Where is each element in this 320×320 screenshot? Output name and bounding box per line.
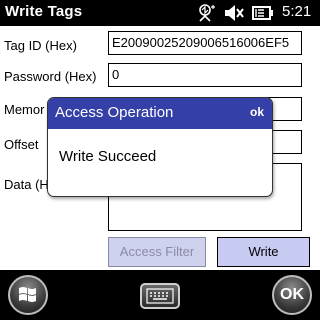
keyboard-icon: [146, 288, 174, 304]
memory-label: Memor: [4, 102, 45, 117]
offset-label: Offset: [4, 137, 39, 152]
access-filter-button[interactable]: Access Filter: [108, 237, 206, 267]
password-field[interactable]: 0: [108, 63, 302, 87]
dialog-title: Access Operation: [55, 104, 174, 121]
keyboard-button[interactable]: [140, 283, 180, 309]
connectivity-icon[interactable]: [196, 4, 216, 22]
ok-label: OK: [280, 286, 304, 303]
ok-button[interactable]: OK: [272, 275, 312, 315]
windows-start-button[interactable]: [8, 275, 48, 315]
password-label: Password (Hex): [4, 69, 97, 84]
window-title: Write Tags: [5, 3, 83, 20]
battery-icon[interactable]: [252, 4, 273, 22]
dialog-ok-button[interactable]: ok: [250, 105, 264, 119]
tag-id-label: Tag ID (Hex): [4, 38, 77, 53]
windows-start-icon: [19, 287, 36, 302]
data-label: Data (H: [4, 177, 49, 192]
access-operation-dialog: Access Operation ok Write Succeed: [47, 97, 273, 197]
clock: 5:21: [282, 3, 312, 20]
write-button[interactable]: Write: [217, 237, 310, 267]
title-bar: Write Tags 5:21: [0, 0, 320, 26]
dialog-header: Access Operation ok: [48, 98, 272, 129]
speaker-muted-icon[interactable]: [224, 4, 244, 22]
tag-id-field[interactable]: E2009002520900651​6006EF5: [108, 31, 302, 55]
dialog-message: Write Succeed: [59, 148, 157, 165]
